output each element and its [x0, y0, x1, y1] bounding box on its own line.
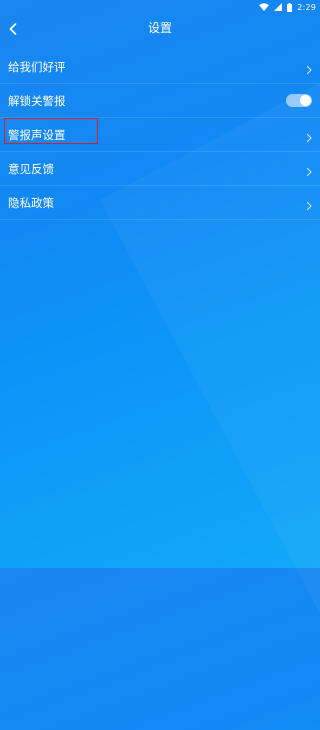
status-icons: 2:29	[259, 1, 316, 13]
status-bar: 2:29	[0, 0, 320, 14]
chevron-right-icon	[304, 129, 314, 143]
status-time: 2:29	[297, 2, 316, 12]
settings-item-privacy-policy[interactable]: 隐私政策	[0, 186, 320, 220]
page-title: 设置	[147, 21, 172, 35]
settings-item-feedback[interactable]: 意见反馈	[0, 152, 320, 186]
wifi-icon	[259, 3, 270, 11]
chevron-right-icon	[304, 163, 314, 177]
battery-icon	[287, 2, 293, 12]
toggle-knob	[300, 95, 311, 106]
settings-item-label: 警报声设置	[8, 127, 66, 142]
settings-list: 给我们好评 解锁关警报 警报声设置 意见反馈 隐私政策	[0, 50, 320, 220]
settings-item-label: 给我们好评	[8, 59, 66, 74]
chevron-right-icon	[304, 61, 314, 75]
settings-item-alarm-sound[interactable]: 警报声设置	[0, 118, 320, 152]
settings-item-rate-us[interactable]: 给我们好评	[0, 50, 320, 84]
settings-item-label: 隐私政策	[8, 195, 54, 210]
settings-item-label: 意见反馈	[8, 161, 54, 176]
chevron-right-icon	[304, 197, 314, 211]
signal-icon	[274, 3, 283, 11]
unlock-alarm-toggle[interactable]	[286, 94, 312, 107]
settings-item-unlock-alarm-off: 解锁关警报	[0, 84, 320, 118]
header: 设置	[0, 14, 320, 44]
settings-item-label: 解锁关警报	[8, 93, 66, 108]
